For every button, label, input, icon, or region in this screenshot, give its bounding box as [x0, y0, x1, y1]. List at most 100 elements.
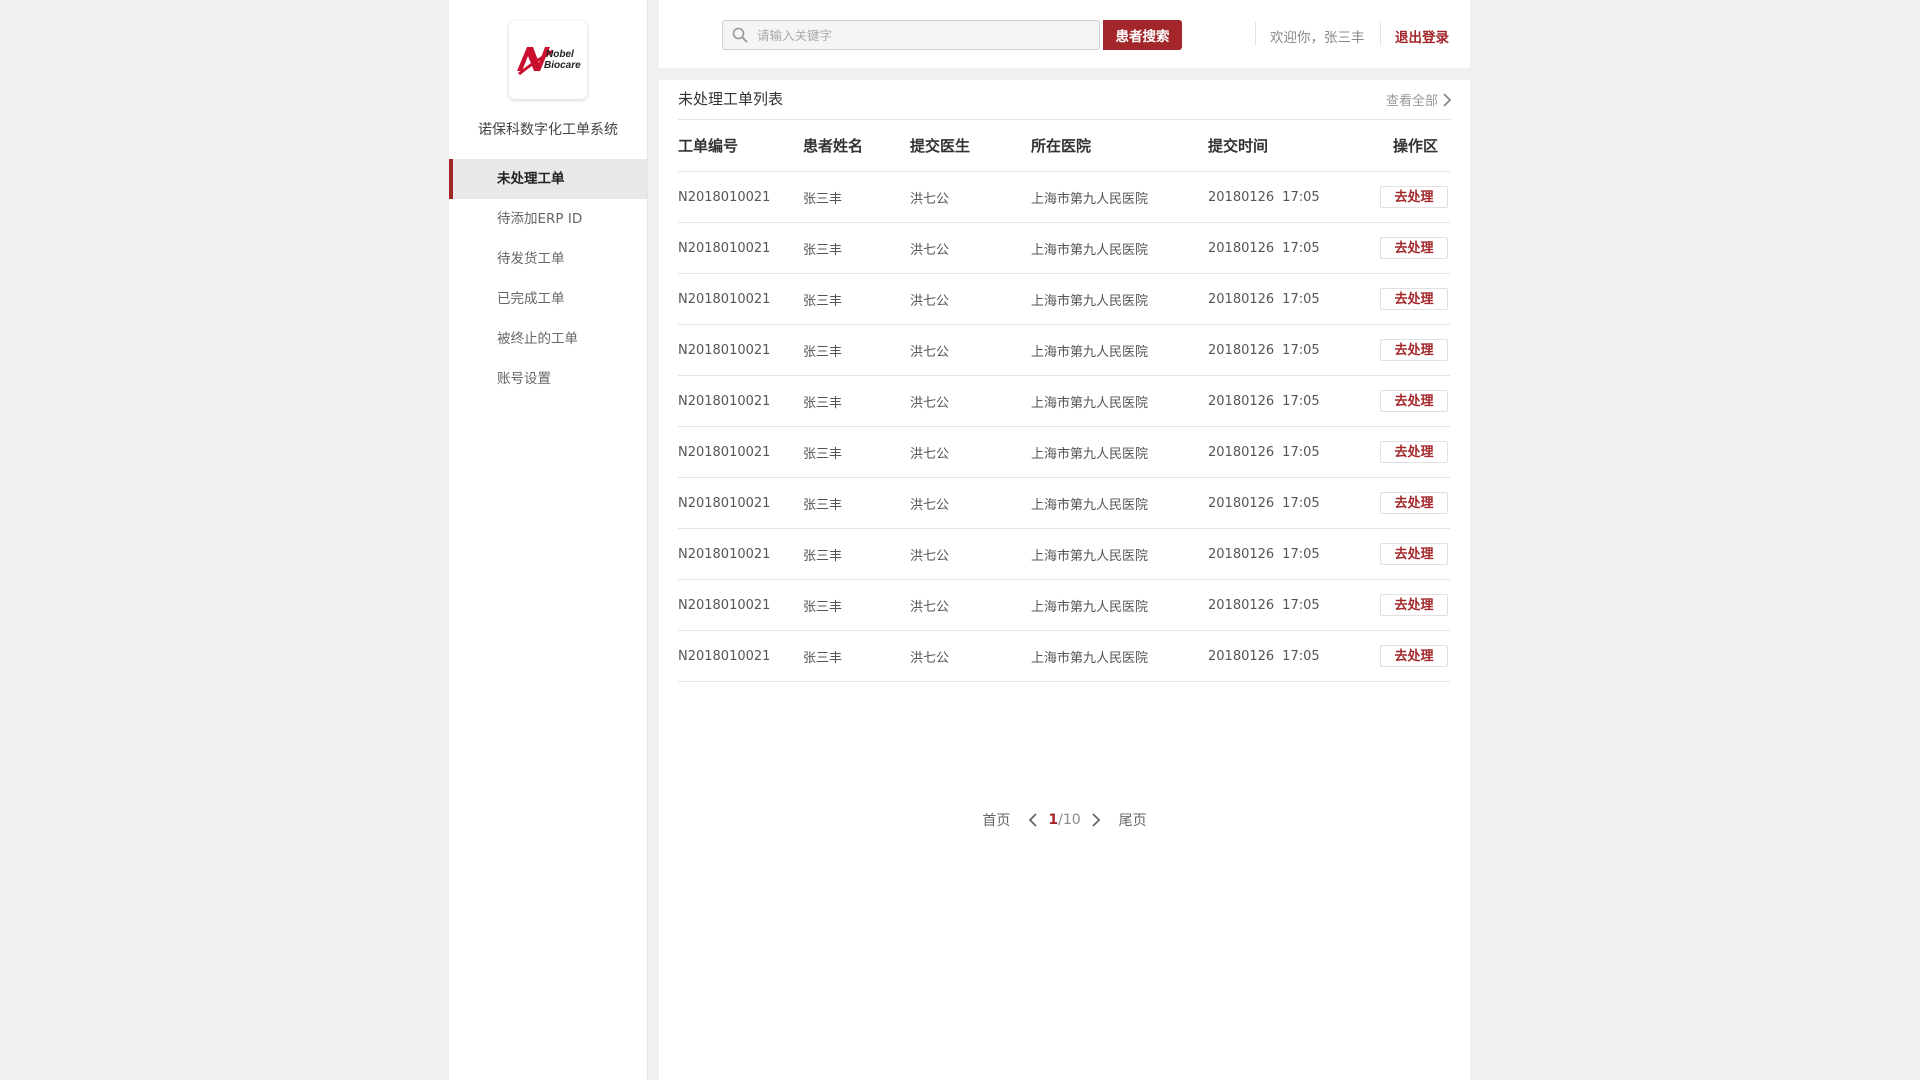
current-page: 1: [1048, 812, 1059, 828]
sidebar-item-terminated[interactable]: 被终止的工单: [449, 319, 647, 359]
submit-clock: 17:05: [1282, 444, 1320, 460]
table-row: N2018010021 张三丰 洪七公 上海市第九人民医院 20180126 17…: [678, 580, 1450, 631]
header-divider: [1380, 22, 1381, 46]
hospital-name: 上海市第九人民医院: [1031, 650, 1149, 666]
action-cell: 去处理: [1378, 594, 1450, 616]
action-cell: 去处理: [1378, 186, 1450, 208]
process-button[interactable]: 去处理: [1380, 594, 1448, 616]
page-indicator: 1/10: [1048, 812, 1080, 828]
submit-clock: 17:05: [1282, 495, 1320, 511]
patient-name: 张三丰: [803, 497, 843, 513]
order-id: N2018010021: [678, 393, 771, 409]
action-cell: 去处理: [1378, 492, 1450, 514]
submit-clock: 17:05: [1282, 597, 1320, 613]
hospital-name: 上海市第九人民医院: [1031, 293, 1149, 309]
action-cell: 去处理: [1378, 645, 1450, 667]
doctor-name: 洪七公: [910, 446, 950, 462]
last-page-link[interactable]: 尾页: [1119, 810, 1147, 830]
chevron-right-icon[interactable]: [1091, 812, 1101, 828]
sidebar-item-pending-shipment[interactable]: 待发货工单: [449, 239, 647, 279]
first-page-link[interactable]: 首页: [982, 810, 1010, 830]
order-id: N2018010021: [678, 495, 771, 511]
table-row: N2018010021 张三丰 洪七公 上海市第九人民医院 20180126 17…: [678, 274, 1450, 325]
search-icon: [731, 26, 749, 48]
order-id: N2018010021: [678, 342, 771, 358]
process-button[interactable]: 去处理: [1380, 441, 1448, 463]
column-header: 提交时间: [1208, 137, 1269, 155]
chevron-left-icon[interactable]: [1028, 812, 1038, 828]
table-row: N2018010021 张三丰 洪七公 上海市第九人民医院 20180126 17…: [678, 427, 1450, 478]
submit-time: 20180126 17:05: [1208, 496, 1378, 511]
submit-time: 20180126 17:05: [1208, 598, 1378, 613]
submit-date: 20180126: [1208, 240, 1275, 256]
submit-time: 20180126 17:05: [1208, 649, 1378, 664]
patient-search-button[interactable]: 患者搜索: [1103, 20, 1182, 50]
submit-date: 20180126: [1208, 648, 1275, 664]
doctor-name: 洪七公: [910, 497, 950, 513]
work-order-table: 工单编号 患者姓名 提交医生 所在医院 提交时间 操作区 N2018010021…: [678, 120, 1450, 682]
sidebar-item-completed[interactable]: 已完成工单: [449, 279, 647, 319]
submit-clock: 17:05: [1282, 189, 1320, 205]
process-button[interactable]: 去处理: [1380, 543, 1448, 565]
hospital-name: 上海市第九人民医院: [1031, 497, 1149, 513]
nobel-biocare-logo: Nobel Biocare: [509, 21, 587, 99]
process-button[interactable]: 去处理: [1380, 186, 1448, 208]
process-button[interactable]: 去处理: [1380, 645, 1448, 667]
column-header: 患者姓名: [803, 137, 864, 155]
doctor-name: 洪七公: [910, 548, 950, 564]
chevron-right-icon: [1443, 92, 1452, 107]
submit-clock: 17:05: [1282, 393, 1320, 409]
submit-time: 20180126 17:05: [1208, 445, 1378, 460]
submit-time: 20180126 17:05: [1208, 343, 1378, 358]
main-panel: 未处理工单列表 查看全部 工单编号 患者姓名 提交医生 所在医院 提交时间 操作…: [659, 80, 1470, 1080]
patient-name: 张三丰: [803, 548, 843, 564]
search-input[interactable]: [757, 21, 1057, 49]
column-header: 工单编号: [678, 137, 739, 155]
patient-name: 张三丰: [803, 395, 843, 411]
process-button[interactable]: 去处理: [1380, 390, 1448, 412]
table-header: 工单编号 患者姓名 提交医生 所在医院 提交时间 操作区: [678, 120, 1450, 172]
submit-date: 20180126: [1208, 495, 1275, 511]
submit-clock: 17:05: [1282, 546, 1320, 562]
submit-date: 20180126: [1208, 444, 1275, 460]
submit-date: 20180126: [1208, 546, 1275, 562]
view-all-label: 查看全部: [1385, 94, 1438, 109]
sidebar-item-unprocessed[interactable]: 未处理工单: [449, 159, 647, 199]
sidebar-item-pending-erp-id[interactable]: 待添加ERP ID: [449, 199, 647, 239]
logout-link[interactable]: 退出登录: [1395, 26, 1449, 46]
hospital-name: 上海市第九人民医院: [1031, 395, 1149, 411]
pagination: 首页 1/10 尾页: [659, 810, 1470, 830]
hospital-name: 上海市第九人民医院: [1031, 599, 1149, 615]
submit-time: 20180126 17:05: [1208, 241, 1378, 256]
doctor-name: 洪七公: [910, 242, 950, 258]
order-id: N2018010021: [678, 444, 771, 460]
sidebar-item-account-settings[interactable]: 账号设置: [449, 359, 647, 399]
submit-clock: 17:05: [1282, 342, 1320, 358]
table-row: N2018010021 张三丰 洪七公 上海市第九人民医院 20180126 17…: [678, 172, 1450, 223]
doctor-name: 洪七公: [910, 191, 950, 207]
svg-text:Biocare: Biocare: [544, 60, 581, 71]
table-row: N2018010021 张三丰 洪七公 上海市第九人民医院 20180126 17…: [678, 325, 1450, 376]
process-button[interactable]: 去处理: [1380, 237, 1448, 259]
submit-time: 20180126 17:05: [1208, 394, 1378, 409]
patient-name: 张三丰: [803, 650, 843, 666]
hospital-name: 上海市第九人民医院: [1031, 344, 1149, 360]
submit-time: 20180126 17:05: [1208, 547, 1378, 562]
page-title: 未处理工单列表: [678, 90, 784, 108]
view-all-link[interactable]: 查看全部: [1386, 90, 1452, 109]
process-button[interactable]: 去处理: [1380, 492, 1448, 514]
process-button[interactable]: 去处理: [1380, 288, 1448, 310]
column-header: 提交医生: [910, 137, 971, 155]
table-row: N2018010021 张三丰 洪七公 上海市第九人民医院 20180126 17…: [678, 376, 1450, 427]
table-row: N2018010021 张三丰 洪七公 上海市第九人民医院 20180126 17…: [678, 631, 1450, 682]
sidebar-nav: 未处理工单 待添加ERP ID 待发货工单 已完成工单 被终止的工单 账号设置: [449, 159, 647, 399]
order-id: N2018010021: [678, 648, 771, 664]
patient-name: 张三丰: [803, 599, 843, 615]
doctor-name: 洪七公: [910, 344, 950, 360]
header-bar: 患者搜索 欢迎你，张三丰 退出登录: [659, 0, 1470, 68]
patient-name: 张三丰: [803, 191, 843, 207]
submit-clock: 17:05: [1282, 291, 1320, 307]
svg-text:Nobel: Nobel: [546, 49, 574, 60]
process-button[interactable]: 去处理: [1380, 339, 1448, 361]
sidebar: Nobel Biocare 诺保科数字化工单系统 未处理工单 待添加ERP ID…: [449, 0, 648, 1080]
